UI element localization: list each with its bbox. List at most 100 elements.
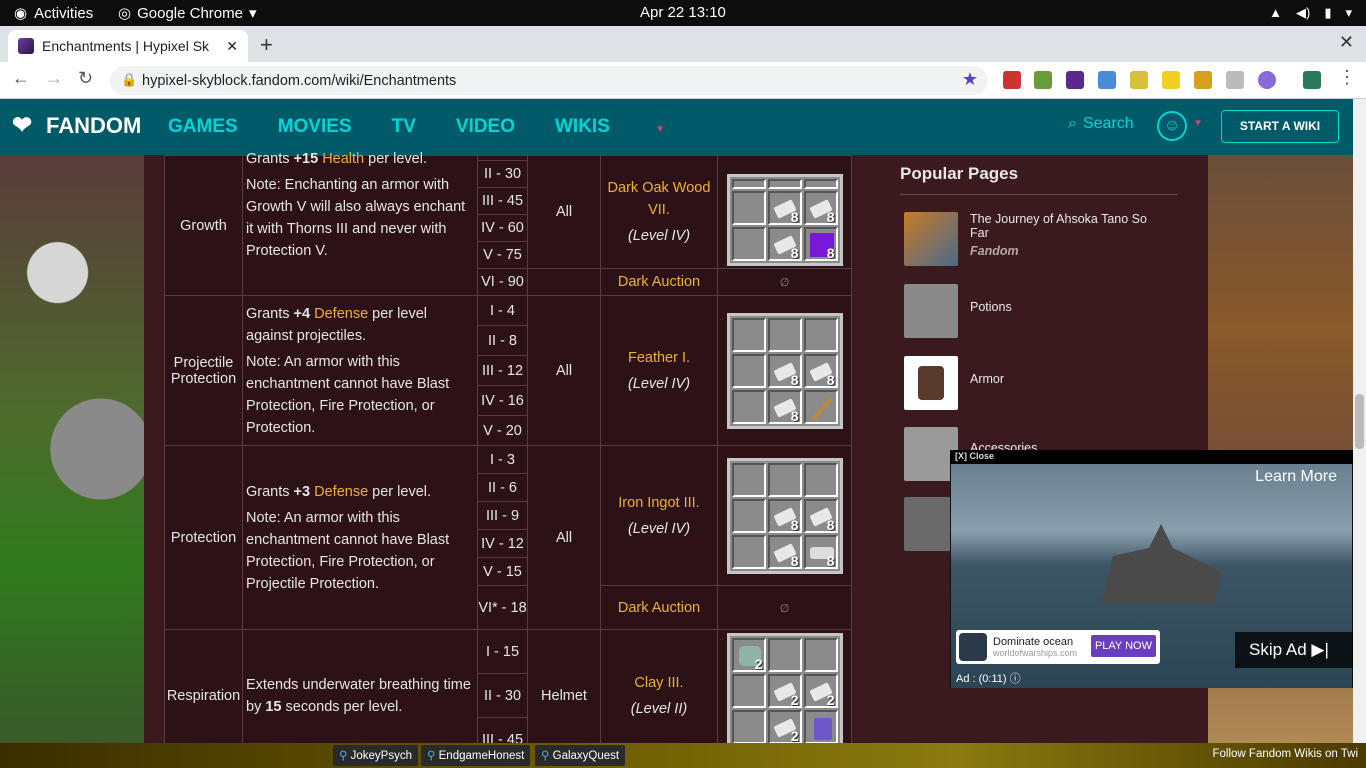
- nav-games[interactable]: GAMES: [168, 116, 238, 138]
- crafting-grid: 88 8: [717, 295, 852, 446]
- level-cost: II - 30: [477, 673, 528, 718]
- enchant-description: Extends underwater breathing time by 15 …: [242, 629, 478, 762]
- chevron-down-icon[interactable]: ▼: [1193, 118, 1203, 129]
- enchant-name: Protection: [164, 445, 243, 630]
- forward-icon[interactable]: →: [45, 68, 63, 89]
- extension-icon[interactable]: [1034, 71, 1052, 89]
- extension-icon[interactable]: [1098, 71, 1116, 89]
- enchantments-table: Growth Grants +15 Health per level. Note…: [164, 151, 852, 762]
- follow-link[interactable]: Follow Fandom Wikis on Twi: [1213, 748, 1359, 760]
- dark-auction-link[interactable]: Dark Auction: [600, 585, 718, 630]
- level-cost: I - 15: [477, 629, 528, 674]
- fandom-heart-icon: ❤: [12, 112, 33, 139]
- learn-more-link[interactable]: Learn More: [1255, 468, 1337, 486]
- level-cost: I - 4: [477, 295, 528, 326]
- activities-button[interactable]: ◉ Activities: [14, 4, 93, 23]
- enchant-name: Respiration: [164, 629, 243, 762]
- level-cost: VI* - 18: [477, 585, 528, 630]
- play-now-button[interactable]: PLAY NOW: [1090, 635, 1156, 657]
- level-cost: III - 45: [477, 187, 528, 215]
- extension-icon[interactable]: [1194, 71, 1212, 89]
- start-a-wiki-button[interactable]: START A WIKI: [1221, 110, 1339, 143]
- menu-icon[interactable]: ⋮: [1338, 67, 1356, 88]
- popular-page-item[interactable]: Armor: [904, 356, 1004, 410]
- extension-icon[interactable]: [1226, 71, 1244, 89]
- ad-timer: Ad : (0:11) ⓘ: [956, 673, 1021, 685]
- nav-tv[interactable]: TV: [392, 116, 416, 138]
- popular-pages: Popular Pages: [900, 164, 1178, 195]
- enchant-description: Grants +3 Defense per level. Note: An ar…: [242, 445, 478, 630]
- activities-icon: ◉: [14, 5, 28, 22]
- browser-tab[interactable]: Enchantments | Hypixel Sk ✕: [8, 30, 248, 62]
- tab-strip: Enchantments | Hypixel Sk ✕ + ✕: [0, 26, 1366, 62]
- enchant-name: Projectile Protection: [164, 295, 243, 446]
- chevron-down-icon: ▾: [248, 5, 257, 22]
- system-tray[interactable]: ▲ ◀) ▮ ▾: [1269, 5, 1352, 21]
- clock[interactable]: Apr 22 13:10: [640, 4, 726, 21]
- system-top-bar: ◉ Activities ◎ Google Chrome ▾ Apr 22 13:10…: [0, 0, 1366, 26]
- enchant-description: Grants +4 Defense per level against proj…: [242, 295, 478, 446]
- fandom-logo[interactable]: ❤ FANDOM: [12, 113, 141, 139]
- fandom-bottom-bar: ⚲ JokeyPsych ⚲ EndgameHonest ⚲ GalaxyQue…: [0, 743, 1366, 768]
- nav-wikis[interactable]: WIKIS ▼: [555, 116, 705, 138]
- extension-icon[interactable]: [1162, 71, 1180, 89]
- back-icon[interactable]: ←: [12, 68, 30, 89]
- skip-ad-button[interactable]: Skip Ad ▶|: [1235, 632, 1353, 668]
- fandom-header: ❤ FANDOM GAMES MOVIES TV VIDEO WIKIS ▼ ⌕…: [0, 99, 1353, 155]
- page-thumbnail: [904, 284, 958, 338]
- battleship-image: [1101, 524, 1221, 604]
- chevron-down-icon: ▼: [655, 124, 666, 135]
- wifi-icon: ▲: [1269, 5, 1282, 20]
- new-tab-icon[interactable]: +: [260, 32, 273, 58]
- app-menu[interactable]: ◎ Google Chrome ▾: [118, 4, 257, 23]
- chevron-down-icon: ▾: [1345, 5, 1352, 20]
- chrome-icon: ◎: [118, 5, 132, 22]
- popular-page-item[interactable]: Potions: [904, 284, 1012, 338]
- extension-icon[interactable]: [1130, 71, 1148, 89]
- dark-auction-link[interactable]: Dark Auction: [600, 268, 718, 296]
- volume-icon: ◀): [1295, 5, 1311, 20]
- bottom-bar-item[interactable]: ⚲ EndgameHonest: [421, 745, 531, 766]
- nav-movies[interactable]: MOVIES: [278, 116, 352, 138]
- extension-icon[interactable]: [1003, 71, 1021, 89]
- crafting-grid: 88 88: [717, 155, 852, 269]
- extension-icon[interactable]: [1066, 71, 1084, 89]
- user-avatar-icon[interactable]: ☺: [1157, 111, 1187, 141]
- craft-source: Iron Ingot III. (Level IV): [600, 445, 718, 586]
- level-cost: V - 15: [477, 557, 528, 586]
- popular-page-item[interactable]: The Journey of Ahsoka Tano So Far Fandom: [904, 212, 1150, 266]
- level-cost: II - 6: [477, 473, 528, 502]
- level-cost: IV - 16: [477, 385, 528, 416]
- game-logo-icon: [959, 633, 987, 661]
- level-cost: II - 8: [477, 325, 528, 356]
- discord-icon[interactable]: [1258, 71, 1276, 89]
- ad-close-button[interactable]: [X] Close: [950, 450, 1353, 464]
- search-button[interactable]: ⌕ Search: [1068, 115, 1134, 133]
- crafting-grid: 2 22 2: [717, 629, 852, 762]
- level-cost: V - 75: [477, 241, 528, 269]
- bookmark-star-icon[interactable]: ★: [962, 69, 978, 90]
- browser-toolbar: ← → ↻ 🔒 hypixel-skyblock.fandom.com/wiki…: [0, 62, 1366, 99]
- extension-icon[interactable]: [1303, 71, 1321, 89]
- reload-icon[interactable]: ↻: [78, 68, 93, 89]
- lock-icon: 🔒: [121, 72, 138, 87]
- ad-cta-box[interactable]: Dominate ocean worldofwarships.com PLAY …: [956, 630, 1160, 664]
- applies-to: All: [527, 295, 601, 446]
- bottom-bar-item[interactable]: ⚲ JokeyPsych: [333, 745, 418, 766]
- enchant-description: Grants +15 Health per level. Note: Encha…: [242, 151, 478, 296]
- info-icon[interactable]: ⓘ: [1010, 673, 1021, 685]
- favicon-icon: [18, 38, 34, 54]
- scrollbar[interactable]: [1353, 99, 1366, 743]
- address-bar[interactable]: 🔒 hypixel-skyblock.fandom.com/wiki/Encha…: [110, 66, 988, 95]
- level-cost: III - 9: [477, 501, 528, 530]
- level-cost: IV - 12: [477, 529, 528, 558]
- wiki-icon: ⚲: [427, 750, 436, 762]
- craft-source: Dark Oak Wood VII. (Level IV): [600, 155, 718, 269]
- applies-to: All: [527, 445, 601, 630]
- close-tab-icon[interactable]: ✕: [226, 38, 238, 55]
- popular-pages-title: Popular Pages: [900, 164, 1178, 195]
- bottom-bar-item[interactable]: ⚲ GalaxyQuest: [535, 745, 626, 766]
- close-window-icon[interactable]: ✕: [1339, 32, 1354, 53]
- background-art-left: [0, 155, 144, 743]
- nav-video[interactable]: VIDEO: [456, 116, 515, 138]
